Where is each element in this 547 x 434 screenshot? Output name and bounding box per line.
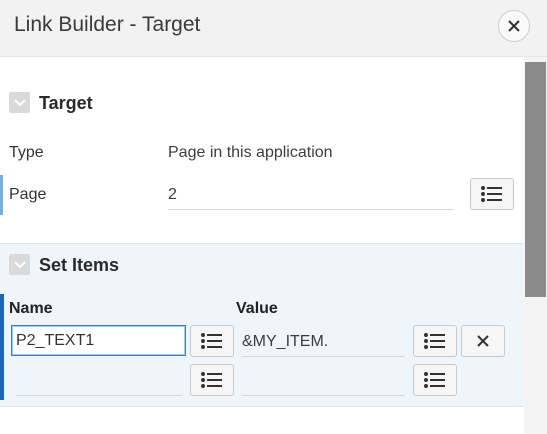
- set-items-region-title: Set Items: [39, 255, 120, 275]
- list-icon: [481, 186, 502, 202]
- scrollbar-thumb[interactable]: [525, 62, 546, 297]
- next-region: [0, 407, 524, 434]
- type-label: Type: [9, 144, 44, 161]
- new-item-name-field[interactable]: [16, 395, 182, 396]
- set-items-region: Set Items Name Value &MY_ITEM.: [0, 243, 524, 407]
- active-row-indicator: [0, 294, 4, 400]
- new-item-value-list-button[interactable]: [413, 364, 457, 396]
- target-region-title: Target: [39, 93, 93, 113]
- chevron-down-icon: [13, 98, 26, 106]
- collapse-set-items-button[interactable]: [9, 254, 30, 275]
- list-icon: [424, 333, 445, 349]
- item-value-field[interactable]: &MY_ITEM.: [242, 333, 328, 351]
- target-region: Target Type Page in this application Pag…: [0, 57, 524, 243]
- item-name-input[interactable]: [11, 325, 186, 356]
- dialog-title: Link Builder - Target: [14, 13, 201, 36]
- list-icon: [201, 333, 222, 349]
- close-dialog-button[interactable]: [498, 10, 530, 42]
- dialog-titlebar: Link Builder - Target: [0, 0, 547, 57]
- page-label: Page: [9, 186, 47, 203]
- item-name-list-button[interactable]: [190, 325, 234, 357]
- required-indicator: [0, 175, 3, 215]
- list-icon: [201, 372, 222, 388]
- page-field[interactable]: 2: [168, 186, 177, 204]
- page-field-underline: [168, 209, 454, 210]
- new-item-name-list-button[interactable]: [190, 364, 234, 396]
- page-list-button[interactable]: [470, 178, 514, 210]
- item-value-underline: [242, 356, 405, 357]
- name-column-header: Name: [9, 300, 53, 317]
- list-icon: [424, 372, 445, 388]
- item-value-list-button[interactable]: [413, 325, 457, 357]
- close-icon: [508, 20, 520, 32]
- new-item-value-field[interactable]: [242, 395, 405, 396]
- chevron-down-icon: [13, 260, 26, 268]
- collapse-target-button[interactable]: [9, 92, 30, 113]
- x-icon: [477, 335, 489, 347]
- type-value[interactable]: Page in this application: [168, 144, 333, 162]
- remove-item-button[interactable]: [461, 325, 505, 357]
- value-column-header: Value: [236, 300, 278, 317]
